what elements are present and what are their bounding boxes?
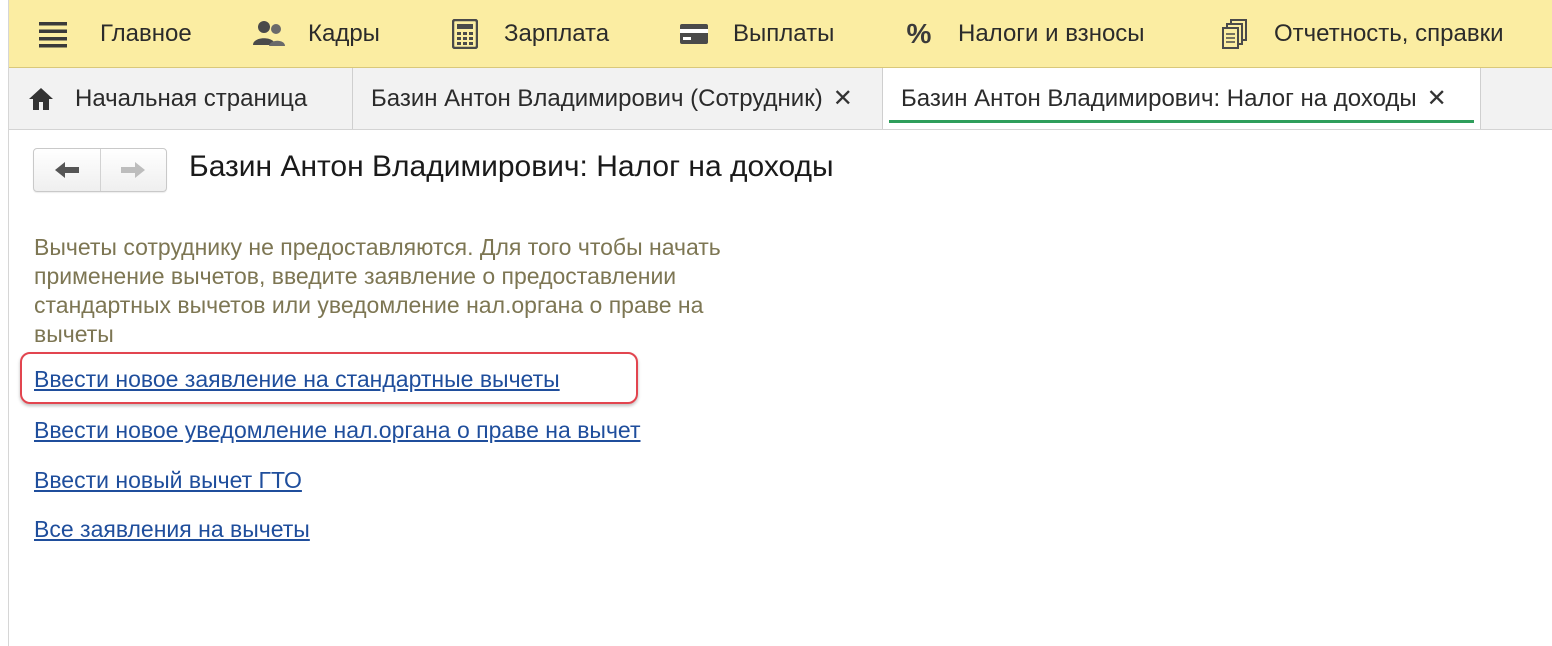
section-hr-label: Кадры [308, 20, 380, 47]
section-main-label: Главное [100, 20, 192, 47]
section-payments[interactable]: Выплаты [677, 0, 834, 68]
section-payments-label: Выплаты [733, 20, 835, 47]
section-reports-label: Отчетность, справки [1274, 20, 1504, 47]
documents-icon [1218, 17, 1252, 51]
percent-icon: % [906, 18, 932, 49]
app-window: Главное Кадры Зарплата Выплаты % Налоги … [8, 0, 1552, 646]
active-tab-indicator [889, 120, 1474, 123]
tab-home-label: Начальная страница [75, 84, 308, 112]
section-taxes[interactable]: % Налоги и взносы [902, 0, 1145, 68]
history-nav [33, 148, 167, 192]
section-salary-label: Зарплата [504, 20, 610, 47]
home-icon [27, 86, 55, 112]
section-salary[interactable]: Зарплата [448, 0, 609, 68]
close-icon[interactable]: ✕ [833, 86, 853, 111]
tab-home[interactable]: Начальная страница [9, 68, 353, 129]
calculator-icon [448, 17, 482, 51]
all-deduction-applications-link[interactable]: Все заявления на вычеты [34, 516, 310, 543]
tab-employee[interactable]: Базин Антон Владимирович (Сотрудник) ✕ [353, 68, 883, 129]
section-bar: Главное Кадры Зарплата Выплаты % Налоги … [9, 0, 1552, 68]
arrow-left-icon [53, 160, 81, 180]
arrow-right-icon [119, 160, 147, 180]
forward-button[interactable] [99, 149, 167, 191]
new-tax-notice-link[interactable]: Ввести новое уведомление нал.органа о пр… [34, 417, 641, 444]
section-main[interactable]: Главное [100, 0, 192, 68]
tab-employee-label: Базин Антон Владимирович (Сотрудник) [371, 84, 823, 112]
new-standard-deduction-link[interactable]: Ввести новое заявление на стандартные вы… [34, 366, 560, 393]
tab-strip: Начальная страница Базин Антон Владимиро… [9, 68, 1552, 130]
deductions-info-text: Вычеты сотруднику не предоставляются. Дл… [34, 234, 721, 347]
section-taxes-label: Налоги и взносы [958, 20, 1145, 47]
section-reports[interactable]: Отчетность, справки [1218, 0, 1504, 68]
people-icon [252, 17, 286, 51]
page-title: Базин Антон Владимирович: Налог на доход… [189, 150, 834, 183]
close-icon[interactable]: ✕ [1427, 86, 1447, 111]
tab-income-tax[interactable]: Базин Антон Владимирович: Налог на доход… [883, 68, 1481, 129]
section-hr[interactable]: Кадры [252, 0, 380, 68]
back-button[interactable] [34, 149, 100, 191]
tab-income-tax-label: Базин Антон Владимирович: Налог на доход… [901, 84, 1417, 112]
main-menu-icon[interactable] [39, 20, 69, 48]
new-gto-deduction-link[interactable]: Ввести новый вычет ГТО [34, 467, 302, 494]
card-icon [677, 17, 711, 51]
